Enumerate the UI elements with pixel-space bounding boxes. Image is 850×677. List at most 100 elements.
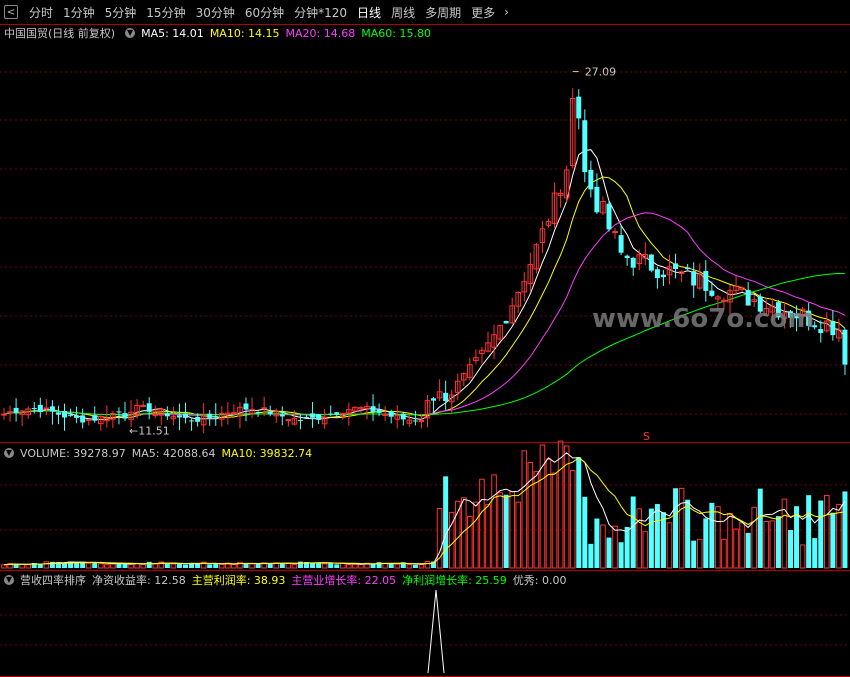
volume-bar-down <box>316 562 322 568</box>
volume-bar-up <box>479 478 485 569</box>
volume-bar-down <box>691 540 697 568</box>
volume-bar-down <box>207 564 213 568</box>
volume-bar-up <box>249 563 255 569</box>
volume-bar-up <box>473 501 479 569</box>
candle-down <box>49 406 55 412</box>
volume-bar-up <box>85 562 92 569</box>
volume-bar-down <box>606 537 612 568</box>
volume-bar-down <box>709 502 715 568</box>
candle-down <box>122 413 128 419</box>
candle-down <box>703 270 709 291</box>
candle-up <box>418 420 425 423</box>
candle-up <box>1 413 7 416</box>
legend-item: 净利润增长率: 25.59 <box>402 574 507 587</box>
volume-bar-down <box>588 543 594 568</box>
candle-down <box>74 415 80 418</box>
volume-ma-line <box>3 457 845 566</box>
volume-bar-up <box>521 450 528 569</box>
volume-bar-up <box>727 512 733 569</box>
candle-down <box>255 411 261 413</box>
volume-bar-up <box>824 495 830 569</box>
high-label: 27.09 <box>585 66 617 79</box>
candle-down <box>818 329 824 333</box>
volume-bar-up <box>696 538 703 569</box>
legend-item: 主营业增长率: 22.05 <box>291 574 397 587</box>
candle-down <box>80 415 86 423</box>
candle-down <box>68 414 74 416</box>
volume-bar-down <box>279 563 285 568</box>
volume-bar-up <box>636 508 643 569</box>
volume-bar-down <box>624 526 630 568</box>
candle-down <box>582 120 588 173</box>
candle-down <box>618 235 624 253</box>
candle-up <box>382 413 388 416</box>
volume-bar-down <box>243 563 249 568</box>
candle-down <box>62 411 67 418</box>
candle-down <box>588 169 594 190</box>
candle-down <box>594 186 600 213</box>
candle-up <box>43 407 50 410</box>
volume-bar-up <box>110 563 116 569</box>
volume-bar-down <box>146 561 152 568</box>
volume-bar-down <box>775 516 781 568</box>
dropdown-icon[interactable]: ▼ <box>4 575 14 585</box>
volume-bar-up <box>128 563 134 569</box>
volume-bar-down <box>37 564 43 568</box>
volume-bar-down <box>648 508 654 568</box>
legend-item: 主营利润率: 38.93 <box>191 574 286 587</box>
candle-down <box>376 409 382 413</box>
candle-down <box>243 403 249 410</box>
volume-panel-header: ▼ VOLUME: 39278.97 MA5: 42088.64 MA10: 398… <box>0 445 318 461</box>
candle-down <box>503 320 509 324</box>
candle-down <box>279 414 285 417</box>
legend-item: MA10: 39832.74 <box>221 446 313 460</box>
dropdown-icon[interactable]: ▼ <box>4 448 14 458</box>
volume-bar-down <box>334 564 340 568</box>
low-label: ←11.51 <box>129 425 170 438</box>
volume-bar-up <box>642 531 649 569</box>
candle-down <box>624 255 630 258</box>
volume-bar-up <box>769 520 776 569</box>
candle-down <box>654 269 660 279</box>
candle-down <box>92 415 98 421</box>
volume-bar-up <box>678 487 685 569</box>
candle-down <box>412 420 418 422</box>
volume-bar-down <box>618 542 624 568</box>
candle-down <box>606 203 612 230</box>
candle-down <box>267 411 273 415</box>
volume-bar-down <box>164 563 170 568</box>
candle-up <box>285 419 292 422</box>
volume-legend: VOLUME: 39278.97 MA5: 42088.64 MA10: 39832… <box>20 447 318 460</box>
candle-down <box>31 408 37 410</box>
volume-bar-down <box>818 500 824 568</box>
volume-bar-down <box>176 563 182 568</box>
candle-down <box>830 320 836 336</box>
ma-line <box>3 149 846 421</box>
candle-down <box>673 263 679 269</box>
volume-bar-up <box>140 564 146 569</box>
legend-item: 净资收益率: 12.58 <box>92 574 186 587</box>
legend-item: MA5: 42088.64 <box>131 446 216 460</box>
candle-down <box>328 413 334 415</box>
volume-bar-down <box>630 496 636 568</box>
volume-bar-up <box>557 440 564 569</box>
candle-down <box>691 271 697 286</box>
indicator-panel-header: ▼ 营收四率排序 净资收益率: 12.58 主营利润率: 38.93 主营业增长率: … <box>0 572 573 588</box>
candle-up <box>85 419 92 422</box>
volume-bar-down <box>745 532 751 568</box>
volume-bar-down <box>92 562 98 568</box>
volume-bar-down <box>660 512 666 568</box>
ma-line <box>3 272 845 416</box>
volume-bar-up <box>733 528 739 569</box>
volume-bar-down <box>310 562 316 568</box>
volume-bar-up <box>321 563 328 569</box>
volume-bar-up <box>527 461 534 569</box>
volume-bar-up <box>799 544 806 569</box>
volume-bar-up <box>763 521 770 569</box>
candle-down <box>304 416 309 418</box>
volume-bar-up <box>19 563 25 569</box>
volume-bar-up <box>406 564 413 569</box>
volume-bar-up <box>358 563 364 569</box>
candle-down <box>116 411 122 413</box>
candle-up <box>231 412 237 415</box>
